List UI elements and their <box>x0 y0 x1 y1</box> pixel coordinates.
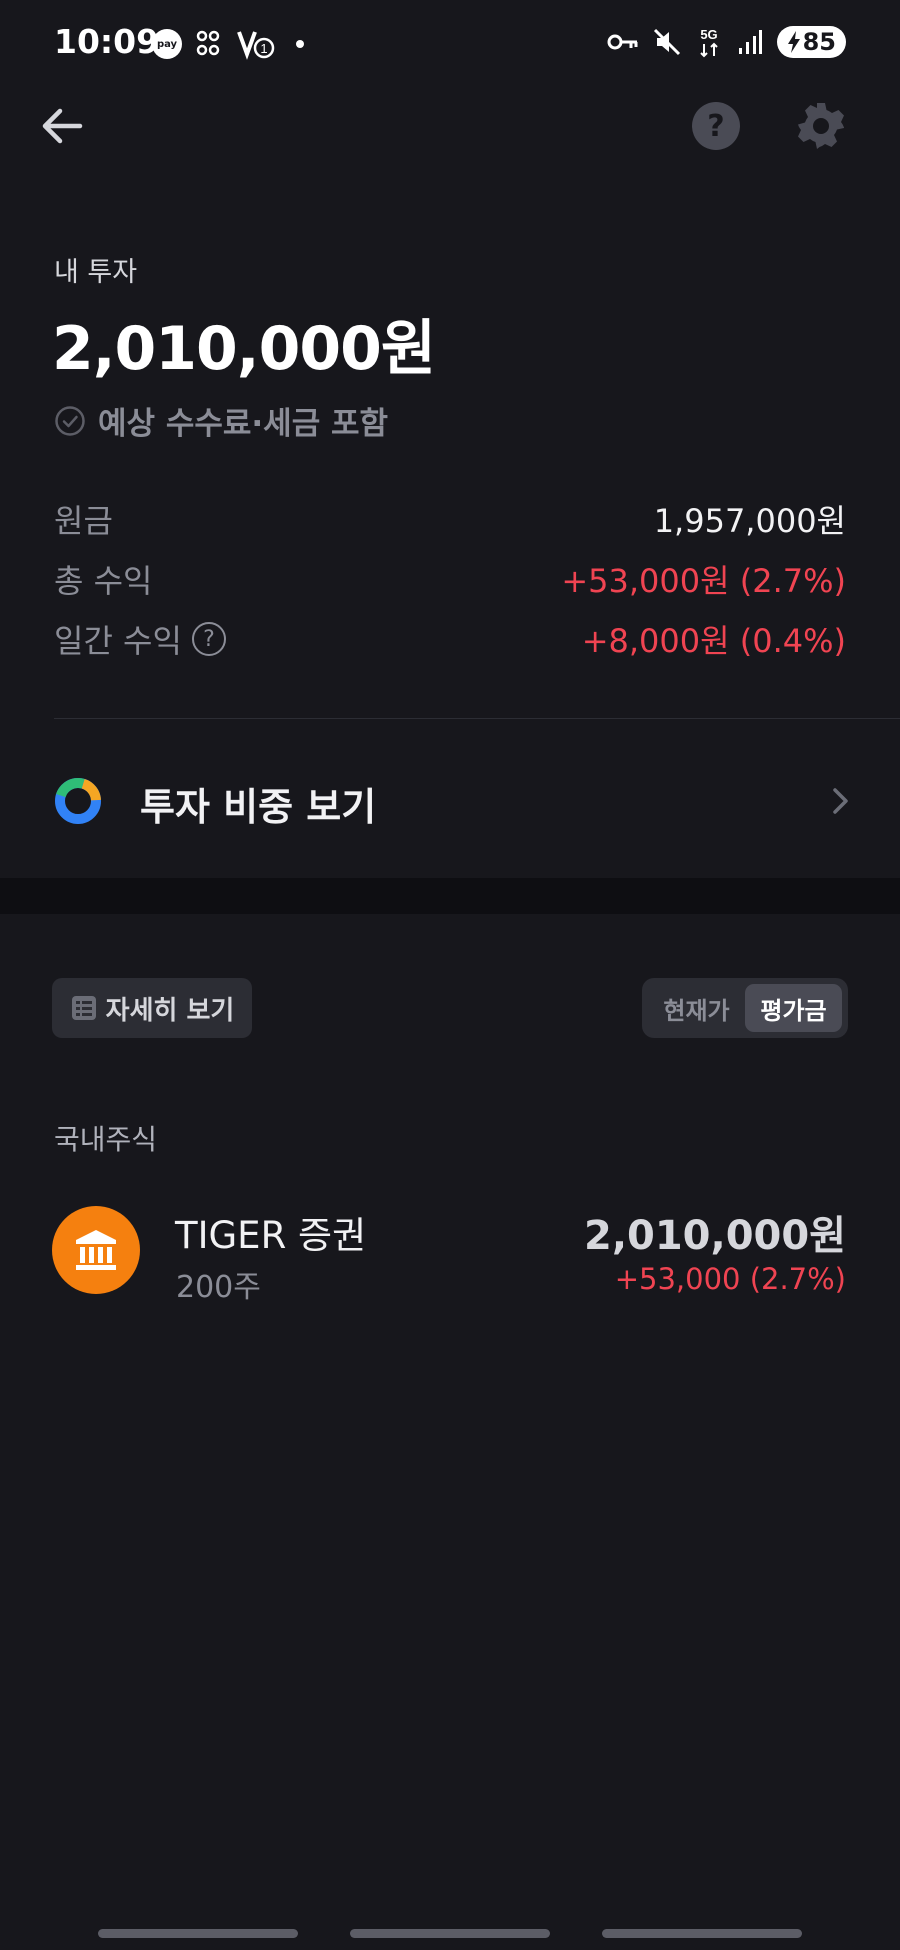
daily-profit-label: 일간 수익 ? <box>54 616 226 662</box>
investment-ratio-link[interactable] <box>0 755 900 845</box>
help-button[interactable]: ? <box>692 102 740 150</box>
bank-icon <box>76 1230 116 1270</box>
check-circle-icon <box>55 405 85 436</box>
pay-icon: pay <box>152 29 182 59</box>
principal-value: 1,957,000원 <box>653 502 846 540</box>
investment-ratio-label[interactable]: 투자 비중 보기 <box>140 776 376 831</box>
fee-note: 예상 수수료·세금 포함 <box>54 398 388 443</box>
daily-profit-value: +8,000원 (0.4%) <box>581 622 846 660</box>
question-icon: ? <box>707 108 725 144</box>
back-button[interactable] <box>36 100 88 152</box>
price-toggle[interactable]: 현재가 평가금 <box>642 978 848 1038</box>
battery-level: 85 <box>802 28 836 56</box>
settings-button[interactable] <box>795 100 847 152</box>
nav-back-bar[interactable] <box>602 1929 802 1938</box>
key-icon <box>607 34 638 50</box>
toggle-valuation[interactable]: 평가금 <box>745 984 842 1032</box>
total-profit-value: +53,000원 (2.7%) <box>561 562 846 600</box>
status-left-icons: pay 1 <box>152 28 304 60</box>
stock-quantity: 200주 <box>176 1270 261 1305</box>
charging-icon <box>787 31 800 53</box>
donut-chart-icon <box>55 778 101 824</box>
stock-name[interactable]: TIGER 증권 <box>175 1205 366 1259</box>
daily-profit-text: 일간 수익 <box>54 622 182 660</box>
dots-icon <box>196 30 220 56</box>
signal-icon <box>738 30 762 54</box>
svg-text:1: 1 <box>260 41 267 56</box>
svg-text:5G: 5G <box>700 27 717 42</box>
detail-view-button[interactable]: 자세히 보기 <box>52 978 252 1038</box>
nav-recent-bar[interactable] <box>98 1929 298 1938</box>
principal-label: 원금 <box>54 502 113 540</box>
list-icon <box>71 996 96 1020</box>
divider <box>54 718 900 719</box>
vpn-icon: 1 <box>237 31 275 60</box>
toggle-current-price[interactable]: 현재가 <box>648 984 745 1032</box>
stock-value: 2,010,000원 <box>583 1213 846 1259</box>
detail-view-label: 자세히 보기 <box>105 995 235 1026</box>
my-investment-label: 내 투자 <box>54 257 138 288</box>
total-profit-label: 총 수익 <box>54 562 153 600</box>
status-time: 10:09 <box>54 22 160 61</box>
gear-icon <box>798 103 844 149</box>
section-separator <box>0 878 900 914</box>
chevron-right-icon <box>833 788 848 814</box>
domestic-stocks-title: 국내주식 <box>54 1123 158 1156</box>
question-icon[interactable]: ? <box>191 622 226 656</box>
stock-logo[interactable] <box>52 1206 140 1294</box>
stock-change: +53,000 (2.7%) <box>614 1262 846 1296</box>
mute-icon <box>653 28 680 56</box>
notification-dot <box>296 40 304 48</box>
total-value: 2,010,000원 <box>52 314 436 384</box>
fee-note-text: 예상 수수료·세금 포함 <box>98 406 389 442</box>
status-right-icons: 5G 85 <box>607 26 846 58</box>
5g-icon: 5G <box>699 27 718 58</box>
nav-home-bar[interactable] <box>350 1929 550 1938</box>
battery-icon: 85 <box>776 26 846 58</box>
